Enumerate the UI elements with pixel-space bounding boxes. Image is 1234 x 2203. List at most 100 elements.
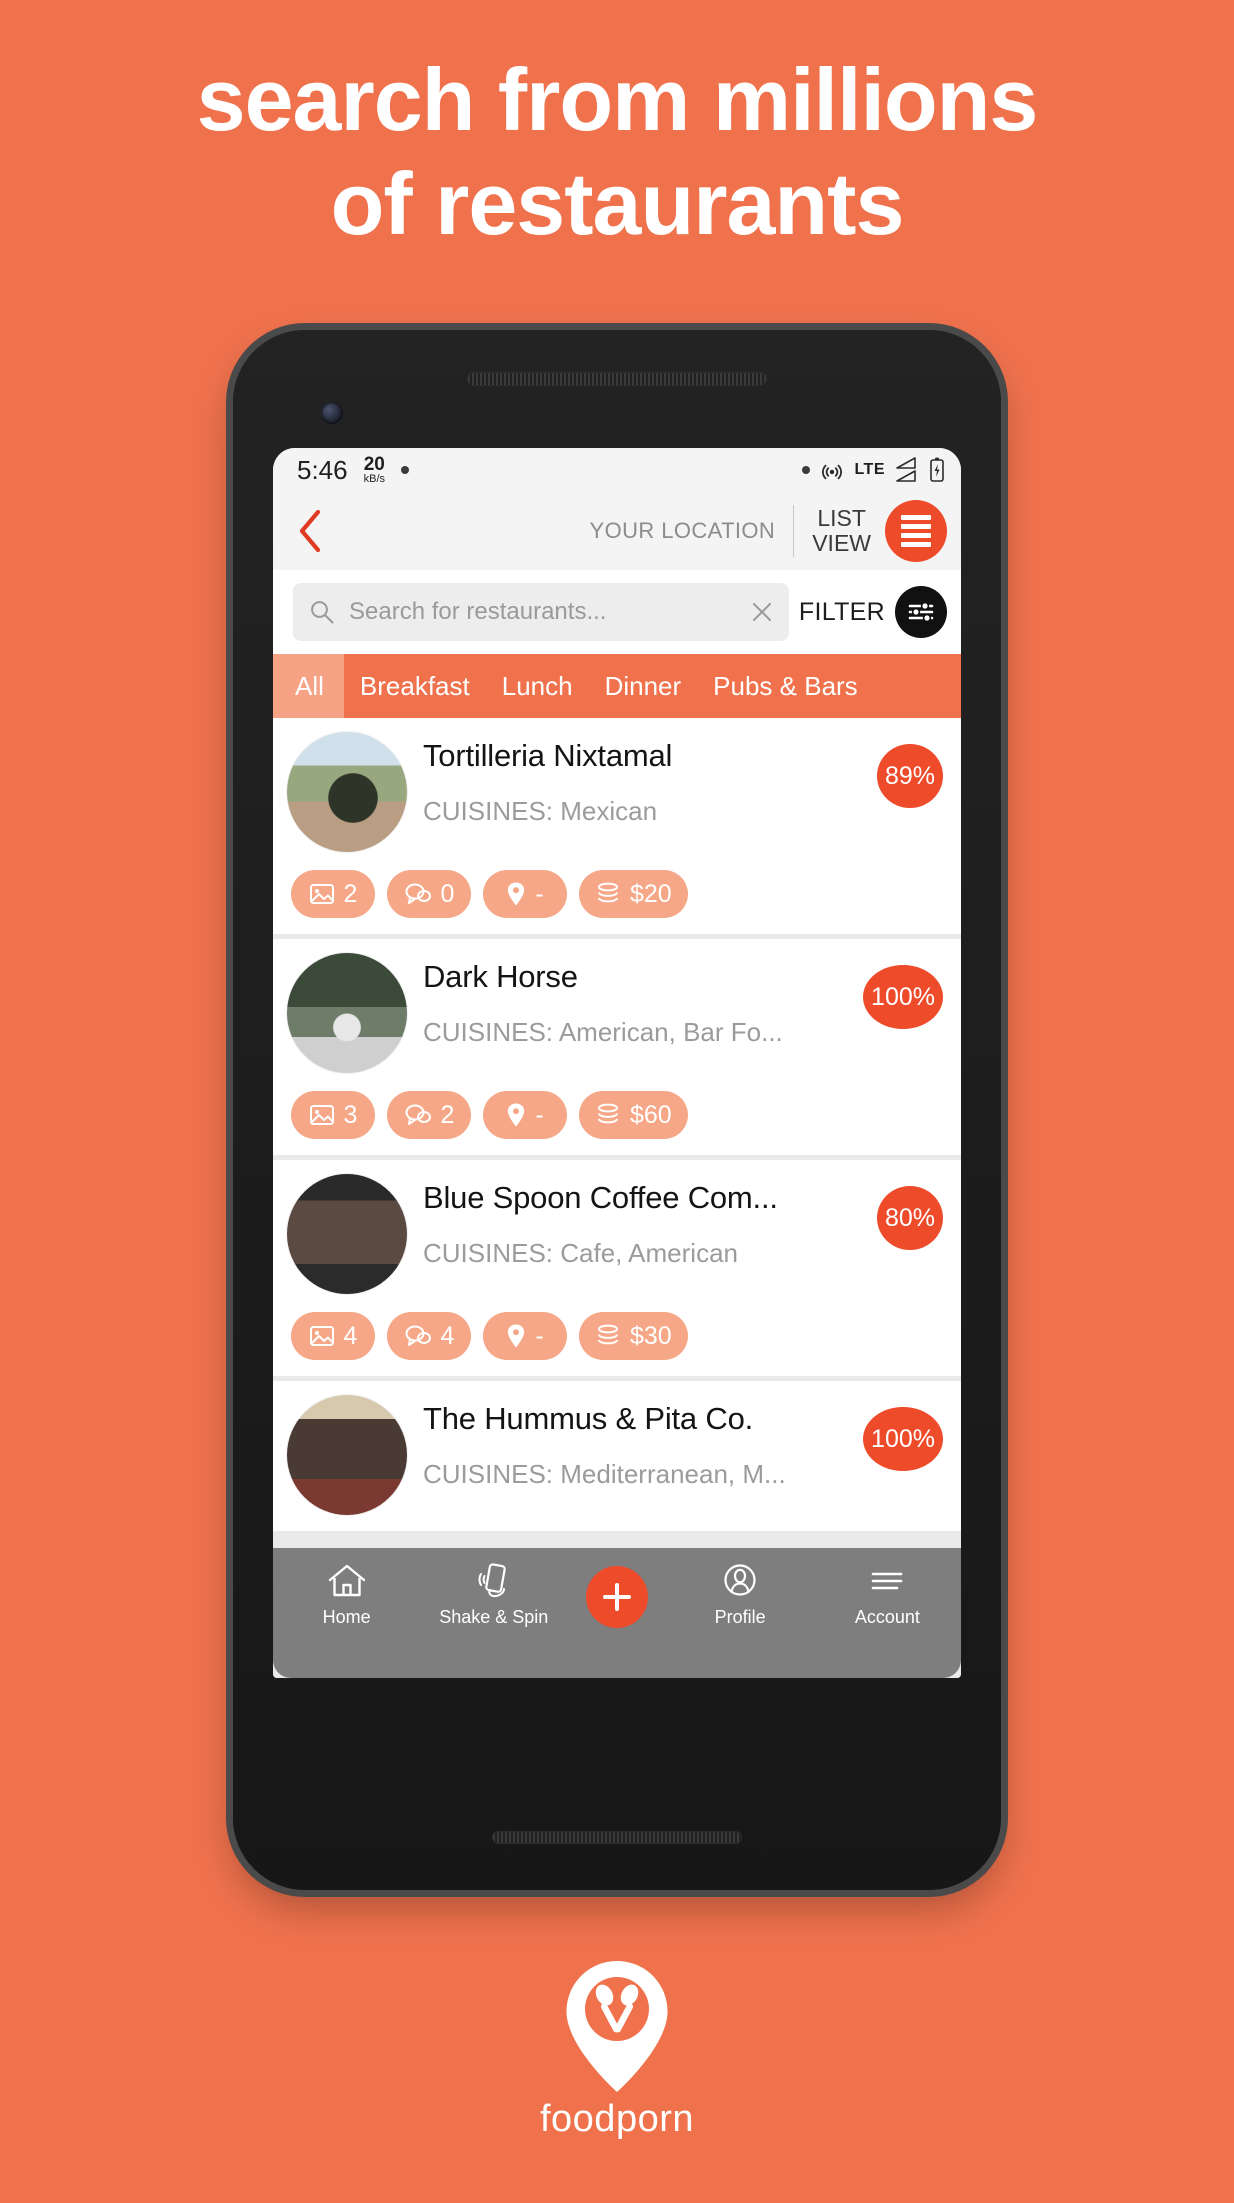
comment-icon — [405, 1104, 431, 1125]
card-header: The Hummus & Pita Co. CUISINES: Mediterr… — [287, 1395, 943, 1515]
nav-item-home[interactable]: Home — [292, 1562, 402, 1628]
restaurant-thumbnail — [287, 732, 407, 852]
list-view-label-line1: LIST — [817, 505, 866, 532]
coins-icon — [598, 882, 618, 903]
score-badge: 89% — [876, 744, 943, 808]
restaurant-cuisines: CUISINES: American, Bar Fo... — [423, 1017, 783, 1047]
phone-body: 5:46 20 kB/s LTE YOUR LOCATION LIST VIEW… — [233, 330, 1001, 1890]
location-pin-icon — [508, 1103, 525, 1127]
sliders-icon — [908, 601, 934, 623]
shake-phone-icon — [478, 1563, 506, 1598]
restaurant-card[interactable]: The Hummus & Pita Co. CUISINES: Mediterr… — [273, 1381, 961, 1531]
headline-line-2: of restaurants — [330, 153, 905, 253]
network-type-label: LTE — [854, 461, 885, 478]
tab-pubs-and-bars[interactable]: Pubs & Bars — [697, 654, 874, 718]
status-bar-right: LTE — [802, 457, 945, 483]
bottom-navigation: Home Shake & Spin Profile Account — [273, 1548, 961, 1678]
brand-footer: foodporn — [0, 1958, 1234, 2141]
photos-count: 4 — [343, 1321, 358, 1350]
front-camera — [321, 402, 343, 424]
earpiece-speaker — [467, 372, 767, 386]
distance-chip[interactable]: - — [483, 1091, 567, 1139]
card-header: Tortilleria Nixtamal CUISINES: Mexican — [287, 732, 943, 852]
coins-icon — [598, 1324, 618, 1345]
filter-button[interactable] — [895, 586, 947, 638]
photos-chip[interactable]: 2 — [291, 870, 375, 918]
tab-all[interactable]: All — [273, 654, 344, 718]
page-title: search from millions of restaurants — [0, 48, 1234, 256]
card-header: Dark Horse CUISINES: American, Bar Fo... — [287, 953, 943, 1073]
close-icon[interactable] — [751, 601, 773, 623]
restaurant-list[interactable]: Tortilleria Nixtamal CUISINES: Mexican 8… — [273, 718, 961, 1678]
comment-icon — [405, 883, 431, 904]
photos-chip[interactable]: 4 — [291, 1312, 375, 1360]
score-badge: 80% — [876, 1186, 943, 1250]
tab-lunch[interactable]: Lunch — [486, 654, 589, 718]
network-speed-value: 20 — [363, 454, 385, 475]
filter-label[interactable]: FILTER — [799, 598, 885, 627]
image-icon — [309, 884, 334, 904]
distance-chip[interactable]: - — [483, 1312, 567, 1360]
nav-item-profile[interactable]: Profile — [685, 1562, 795, 1628]
list-view-label[interactable]: LIST VIEW — [794, 506, 885, 556]
tab-dinner[interactable]: Dinner — [589, 654, 698, 718]
dot-icon — [802, 466, 811, 474]
search-box[interactable] — [293, 583, 789, 641]
restaurant-cuisines: CUISINES: Cafe, American — [423, 1238, 738, 1268]
hamburger-menu-icon — [872, 1572, 903, 1590]
card-text: Blue Spoon Coffee Com... CUISINES: Cafe,… — [423, 1174, 943, 1269]
search-input[interactable] — [349, 598, 737, 626]
home-icon — [328, 1564, 365, 1597]
add-button[interactable] — [585, 1566, 648, 1628]
price-value: $60 — [630, 1100, 672, 1129]
nav-item-account[interactable]: Account — [832, 1562, 942, 1628]
map-pin-crossed-spoons-icon — [566, 1961, 668, 2092]
restaurant-name: Blue Spoon Coffee Com... — [423, 1180, 778, 1215]
comment-icon — [405, 1325, 431, 1346]
image-icon — [309, 1326, 334, 1346]
distance-value: - — [535, 1100, 544, 1129]
status-bar: 5:46 20 kB/s LTE — [273, 448, 961, 492]
score-badge: 100% — [863, 1407, 943, 1471]
category-tabs: All Breakfast Lunch Dinner Pubs & Bars — [273, 654, 961, 718]
search-row: FILTER — [273, 570, 961, 654]
network-speed-unit: kB/s — [363, 473, 386, 485]
price-chip[interactable]: $60 — [579, 1091, 688, 1139]
location-pin-icon — [508, 1324, 525, 1348]
list-view-button[interactable] — [885, 500, 947, 562]
price-chip[interactable]: $20 — [579, 870, 688, 918]
comments-chip[interactable]: 0 — [387, 870, 471, 918]
list-view-label-line2: VIEW — [812, 530, 871, 556]
person-circle-icon — [724, 1564, 756, 1596]
nav-item-shake-and-spin[interactable]: Shake & Spin — [439, 1562, 549, 1628]
restaurant-card[interactable]: Dark Horse CUISINES: American, Bar Fo...… — [273, 939, 961, 1155]
comments-chip[interactable]: 2 — [387, 1091, 471, 1139]
price-chip[interactable]: $30 — [579, 1312, 688, 1360]
tab-breakfast[interactable]: Breakfast — [344, 654, 486, 718]
location-pin-icon — [508, 882, 525, 906]
price-value: $20 — [630, 879, 672, 908]
restaurant-card[interactable]: Blue Spoon Coffee Com... CUISINES: Cafe,… — [273, 1160, 961, 1376]
brand-name: foodporn — [539, 2098, 694, 2140]
location-label: YOUR LOCATION — [589, 518, 776, 543]
distance-chip[interactable]: - — [483, 870, 567, 918]
distance-value: - — [535, 879, 544, 908]
chevron-left-icon[interactable] — [295, 508, 325, 554]
headline-line-1: search from millions — [196, 50, 1039, 149]
restaurant-card[interactable]: Tortilleria Nixtamal CUISINES: Mexican 8… — [273, 718, 961, 934]
battery-charging-icon — [930, 457, 944, 482]
signal-bars-icon — [896, 457, 916, 482]
card-text: Tortilleria Nixtamal CUISINES: Mexican — [423, 732, 943, 827]
comments-chip[interactable]: 4 — [387, 1312, 471, 1360]
coins-icon — [598, 1103, 618, 1124]
phone-screen: 5:46 20 kB/s LTE YOUR LOCATION LIST VIEW… — [273, 448, 961, 1678]
restaurant-thumbnail — [287, 953, 407, 1073]
comments-count: 2 — [440, 1100, 455, 1129]
image-icon — [309, 1105, 334, 1125]
price-value: $30 — [630, 1321, 672, 1350]
photos-chip[interactable]: 3 — [291, 1091, 375, 1139]
status-bar-left: 5:46 20 kB/s — [297, 454, 410, 486]
list-icon — [901, 515, 931, 547]
app-header: YOUR LOCATION LIST VIEW — [273, 492, 961, 570]
card-stats: 4 4 - $30 — [287, 1312, 943, 1360]
